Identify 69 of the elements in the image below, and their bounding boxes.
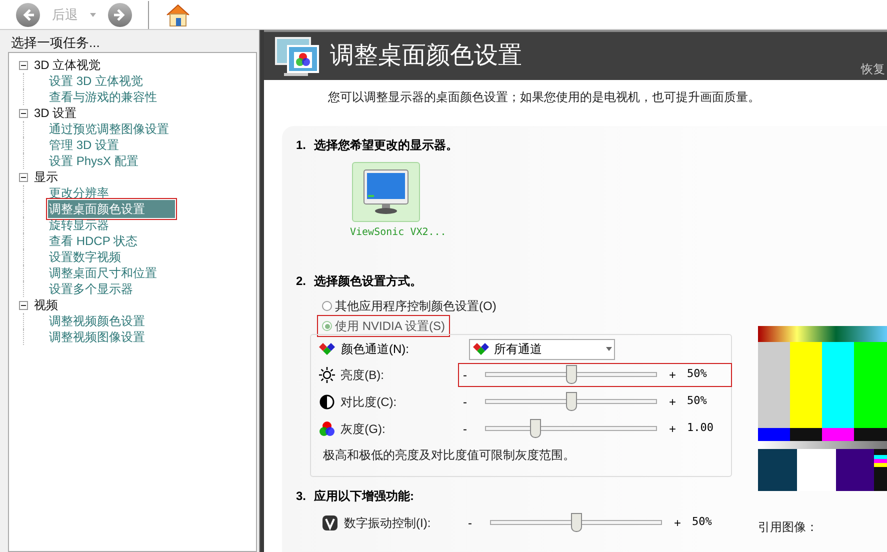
home-icon[interactable] (165, 2, 191, 26)
radio-option[interactable]: 其他应用程序控制颜色设置(O) (318, 296, 500, 316)
tree-item[interactable]: 调整视频颜色设置 (48, 312, 146, 330)
slider-label: 灰度(G): (340, 420, 386, 438)
radio-option[interactable]: 使用 NVIDIA 设置(S) (318, 316, 450, 336)
tree-item[interactable]: 查看 HDCP 状态 (48, 232, 138, 250)
step-title: 应用以下增强功能: (314, 488, 414, 505)
tree-item[interactable]: 通过预览调整图像设置 (48, 120, 170, 138)
tree-item[interactable]: 调整视频图像设置 (48, 328, 146, 346)
page-title: 调整桌面颜色设置 (330, 41, 522, 71)
slider-label: 亮度(B): (340, 366, 385, 384)
reference-label: 引用图像： (758, 519, 819, 536)
tree-item[interactable]: 调整桌面颜色设置 (48, 200, 175, 218)
step-title: 选择颜色设置方式。 (314, 273, 422, 290)
restore-link[interactable]: 恢复 (861, 60, 885, 78)
step-number: 2. (296, 273, 306, 290)
minus-label: - (463, 366, 468, 384)
v-badge-icon (322, 514, 338, 530)
slider-value: 50% (687, 393, 708, 410)
plus-label: + (669, 366, 678, 384)
tree-item[interactable]: 管理 3D 设置 (48, 136, 120, 154)
panel-title: 选择一项任务... (10, 34, 101, 52)
plus-label: + (674, 514, 682, 532)
step-title: 选择您希望更改的显示器。 (314, 137, 458, 154)
slider-thumb[interactable] (566, 365, 576, 384)
monitor-icon (361, 167, 411, 217)
plus-label: + (669, 420, 678, 438)
tree-item[interactable]: 设置数字视频 (48, 248, 122, 266)
rgb-circles-icon (318, 420, 335, 436)
gamma-note: 极高和极低的亮度及对比度值可限制灰度范围。 (322, 447, 576, 464)
slider-value: 50% (692, 514, 713, 530)
caret-icon[interactable] (90, 12, 96, 16)
slider-label: 数字振动控制(I): (344, 514, 432, 532)
channel-label: 颜色通道(N): (341, 341, 410, 358)
page-description: 您可以调整显示器的桌面颜色设置；如果您使用的是电视机，也可提升画面质量。 (327, 89, 761, 106)
collapse-icon[interactable] (19, 108, 28, 118)
caret-icon (606, 347, 612, 351)
tree-group[interactable]: 视频 (34, 296, 58, 314)
tree-group[interactable]: 3D 设置 (34, 104, 77, 122)
tree-item[interactable]: 设置多个显示器 (48, 280, 134, 298)
tree-item[interactable]: 查看与游戏的兼容性 (48, 88, 158, 106)
slider-thumb[interactable] (530, 419, 541, 438)
tree-item[interactable]: 旋转显示器 (48, 216, 110, 234)
sun-icon (318, 366, 335, 382)
step-number: 3. (296, 488, 306, 505)
slider-thumb[interactable] (570, 513, 582, 532)
tree-group[interactable]: 显示 (34, 168, 58, 186)
minus-label: - (463, 394, 468, 410)
slider-value: 50% (687, 366, 708, 382)
color-gems-icon (472, 342, 490, 356)
slider-label: 对比度(C): (340, 394, 398, 410)
display-tile[interactable] (352, 162, 420, 222)
collapse-icon[interactable] (19, 172, 28, 182)
step-number: 1. (296, 137, 306, 154)
tree-item[interactable]: 设置 3D 立体视觉 (48, 72, 144, 90)
channel-dropdown[interactable]: 所有通道 (469, 338, 615, 360)
plus-label: + (669, 394, 678, 410)
color-gems-icon (318, 342, 336, 356)
display-name: ViewSonic VX2... (350, 226, 446, 240)
tree-item[interactable]: 设置 PhysX 配置 (48, 152, 140, 170)
slider-thumb[interactable] (566, 392, 576, 411)
minus-label: - (463, 420, 468, 438)
tree-item[interactable]: 调整桌面尺寸和位置 (48, 264, 158, 282)
slider-value: 1.00 (687, 420, 714, 436)
tree-group[interactable]: 3D 立体视觉 (34, 56, 101, 74)
contrast-icon (318, 394, 335, 410)
minus-label: - (468, 514, 473, 532)
collapse-icon[interactable] (19, 60, 28, 70)
collapse-icon[interactable] (19, 300, 28, 310)
